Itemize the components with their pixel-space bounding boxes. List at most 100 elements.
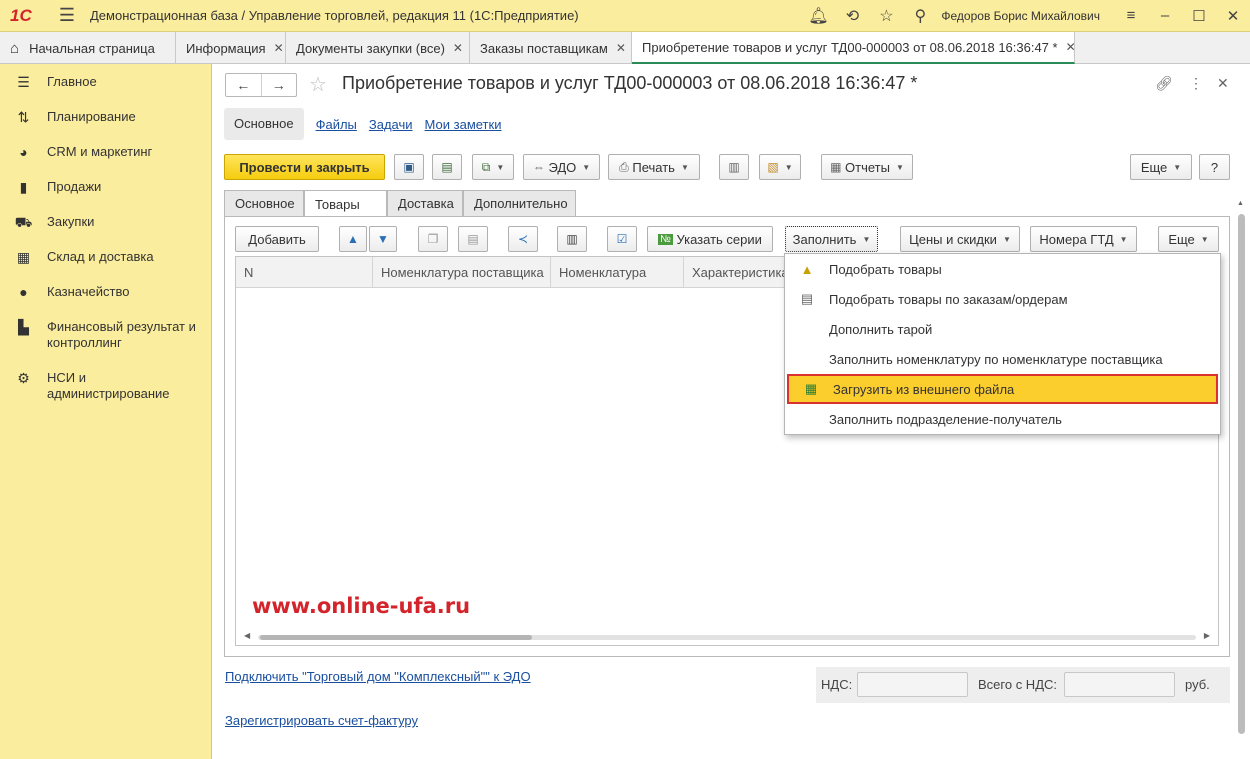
barcode-icon: ▥ xyxy=(566,232,578,246)
menu-item-pick-by-orders[interactable]: ▤ Подобрать товары по заказам/ордерам xyxy=(785,284,1220,314)
move-up-button[interactable]: ▲ xyxy=(339,226,367,252)
column-header-supplier-item[interactable]: Номенклатура поставщика xyxy=(373,257,551,288)
checklist-icon: ☑ xyxy=(616,232,628,246)
sidebar-item-label: Продажи xyxy=(47,179,102,194)
menu-item-fill-department[interactable]: Заполнить подразделение-получатель xyxy=(785,404,1220,434)
edo-button[interactable]: ⇔ ЭДО ▼ xyxy=(523,154,600,180)
sidebar-item-settings[interactable]: ⚙ НСИ и администрирование xyxy=(0,370,212,402)
more-vertical-icon[interactable]: ⋮ xyxy=(1189,75,1203,92)
tab-additional[interactable]: Дополнительно xyxy=(463,190,576,216)
tab-delivery[interactable]: Доставка xyxy=(387,190,463,216)
prices-discounts-button[interactable]: Цены и скидки ▼ xyxy=(900,226,1020,252)
attach-button[interactable]: ▧ ▼ xyxy=(759,154,801,180)
menu-item-fill-by-supplier[interactable]: Заполнить номенклатуру по номенклатуре п… xyxy=(785,344,1220,374)
series-label: Указать серии xyxy=(676,231,762,247)
minimize-icon[interactable]: – xyxy=(1148,7,1182,24)
sidebar-item-sales[interactable]: ▮ Продажи xyxy=(0,179,212,196)
fill-dropdown-menu: ▲ Подобрать товары ▤ Подобрать товары по… xyxy=(784,253,1221,435)
tab-goods[interactable]: Товары xyxy=(304,190,387,218)
forward-arrow-icon[interactable]: → xyxy=(260,74,297,96)
sidebar-item-planning[interactable]: ⇅ Планирование xyxy=(0,109,212,126)
settings-menu-icon[interactable]: ≡ xyxy=(1114,7,1148,24)
add-row-button[interactable]: Добавить xyxy=(235,226,319,252)
subnav-files-link[interactable]: Файлы xyxy=(316,117,357,132)
watermark-text: www.online-ufa.ru xyxy=(252,594,471,618)
close-tab-icon[interactable]: ✕ xyxy=(616,41,626,55)
sidebar-item-treasury[interactable]: ● Казначейство xyxy=(0,284,212,300)
subnav-main[interactable]: Основное xyxy=(224,108,304,140)
connect-edo-link[interactable]: Подключить "Торговый дом "Комплексный"" … xyxy=(225,669,531,684)
scroll-left-icon[interactable]: ◀ xyxy=(244,631,250,640)
vertical-scrollbar[interactable]: ▲ xyxy=(1237,200,1246,748)
register-invoice-link[interactable]: Зарегистрировать счет-фактуру xyxy=(225,713,418,728)
close-tab-icon[interactable]: ✕ xyxy=(1066,40,1076,54)
paste-button[interactable]: ▤ xyxy=(458,226,488,252)
close-tab-icon[interactable]: ✕ xyxy=(274,41,284,55)
coin-icon: ● xyxy=(19,284,28,300)
scroll-up-icon[interactable]: ▲ xyxy=(1237,200,1244,207)
gtd-label: Номера ГТД xyxy=(1039,231,1114,247)
save-button[interactable]: ▣ xyxy=(394,154,424,180)
sidebar-item-finance[interactable]: ▙ Финансовый результат и контроллинг xyxy=(0,319,212,351)
app-logo: 1С xyxy=(10,5,32,25)
tab-info[interactable]: Информация ✕ xyxy=(176,32,286,64)
gtd-numbers-button[interactable]: Номера ГТД ▼ xyxy=(1030,226,1137,252)
move-down-button[interactable]: ▼ xyxy=(369,226,397,252)
specify-series-button[interactable]: № Указать серии xyxy=(647,226,773,252)
goods-more-button[interactable]: Еще ▼ xyxy=(1158,226,1219,252)
history-icon[interactable]: ⟲ xyxy=(835,6,869,26)
check-button[interactable]: ☑ xyxy=(607,226,637,252)
favorites-star-icon[interactable]: ☆ xyxy=(869,6,903,26)
favorite-star-icon[interactable]: ☆ xyxy=(309,72,327,97)
split-row-button[interactable]: ≺ xyxy=(508,226,538,252)
print-button[interactable]: ⎙ Печать ▼ xyxy=(608,154,700,180)
close-document-icon[interactable]: ✕ xyxy=(1217,75,1229,92)
chevron-down-icon: ▼ xyxy=(582,162,591,172)
scroll-right-icon[interactable]: ▶ xyxy=(1204,631,1210,640)
tab-supplier-orders[interactable]: Заказы поставщикам ✕ xyxy=(470,32,632,64)
reports-button[interactable]: ▦ Отчеты ▼ xyxy=(821,154,913,180)
scroll-thumb[interactable] xyxy=(1238,214,1245,734)
search-icon[interactable]: ⚲ xyxy=(903,6,937,26)
close-tab-icon[interactable]: ✕ xyxy=(453,41,463,55)
maximize-icon[interactable]: ☐ xyxy=(1182,7,1216,25)
post-button[interactable]: ▤ xyxy=(432,154,462,180)
horizontal-scrollbar[interactable]: ◀ ▶ xyxy=(244,631,1210,641)
menu-item-pick-goods[interactable]: ▲ Подобрать товары xyxy=(785,254,1220,284)
barcode-button[interactable]: ▥ xyxy=(557,226,587,252)
copy-button[interactable]: ❐ xyxy=(418,226,448,252)
close-window-icon[interactable]: ✕ xyxy=(1216,7,1250,25)
scroll-thumb[interactable] xyxy=(260,635,532,640)
back-arrow-icon[interactable]: ← xyxy=(226,74,261,96)
fill-button[interactable]: Заполнить ▼ xyxy=(785,226,878,252)
main-menu-icon[interactable]: ☰ xyxy=(52,5,82,26)
journal-button[interactable]: ▥ xyxy=(719,154,749,180)
current-user[interactable]: Федоров Борис Михайлович xyxy=(941,9,1100,23)
sidebar-item-purchases[interactable]: ⛟ Закупки xyxy=(0,214,212,233)
notifications-bell-icon[interactable]: 🔔︎ xyxy=(801,6,835,26)
sidebar-item-main[interactable]: ☰ Главное xyxy=(0,74,212,91)
create-based-on-button[interactable]: ⧉ ▼ xyxy=(472,154,514,180)
column-header-item[interactable]: Номенклатура xyxy=(551,257,684,288)
column-header-n[interactable]: N xyxy=(236,257,373,288)
subnav-tasks-link[interactable]: Задачи xyxy=(369,117,413,132)
paste-icon: ▤ xyxy=(467,232,479,246)
menu-item-load-from-file[interactable]: ▦ Загрузить из внешнего файла xyxy=(787,374,1218,404)
chevron-down-icon: ▼ xyxy=(784,162,793,172)
more-button[interactable]: Еще ▼ xyxy=(1130,154,1192,180)
sidebar-item-warehouse[interactable]: ▦ Склад и доставка xyxy=(0,249,212,266)
sidebar-item-crm[interactable]: ◕ CRM и маркетинг xyxy=(0,144,212,160)
menu-item-add-tare[interactable]: Дополнить тарой xyxy=(785,314,1220,344)
tab-main[interactable]: Основное xyxy=(224,190,304,216)
app-title: Демонстрационная база / Управление торго… xyxy=(90,8,579,23)
tab-purchase-documents[interactable]: Документы закупки (все) ✕ xyxy=(286,32,470,64)
link-icon[interactable]: 🔗︎ xyxy=(1155,75,1173,92)
copy-icon: ❐ xyxy=(427,232,439,246)
post-and-close-button[interactable]: Провести и закрыть xyxy=(224,154,385,180)
tab-purchase-doc[interactable]: Приобретение товаров и услуг ТД00-000003… xyxy=(632,32,1076,64)
tab-label: Начальная страница xyxy=(29,40,155,56)
subnav-notes-link[interactable]: Мои заметки xyxy=(425,117,502,132)
chevron-down-icon: ▼ xyxy=(496,162,505,172)
help-button[interactable]: ? xyxy=(1199,154,1230,180)
tab-home[interactable]: ⌂ Начальная страница xyxy=(0,32,176,64)
